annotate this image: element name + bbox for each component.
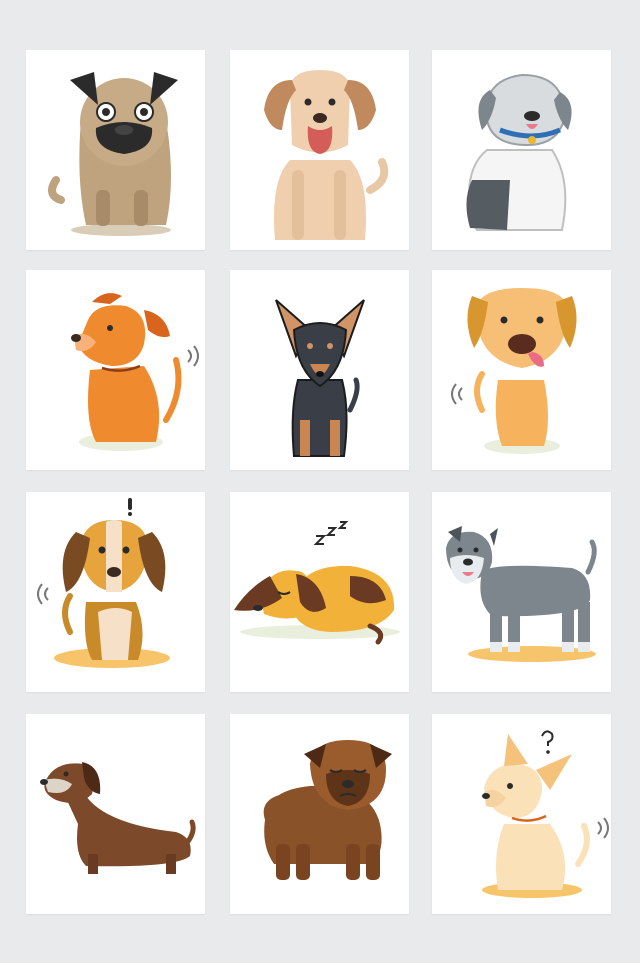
labrador-icon (264, 70, 389, 240)
schnauzer-card[interactable] (432, 492, 611, 692)
sleeping-hound-icon (234, 521, 400, 645)
schnauzer-icon (446, 526, 597, 662)
dachshund-card[interactable] (26, 714, 205, 914)
pinscher-icon (275, 299, 365, 457)
sheepdog-card[interactable] (432, 50, 611, 250)
pug-card[interactable] (26, 50, 205, 250)
sheepdog-icon (466, 73, 572, 231)
pug-icon (48, 72, 178, 236)
chihuahua-card[interactable] (432, 714, 611, 914)
chihuahua-icon (482, 730, 609, 898)
dog-illustration-grid (0, 0, 640, 963)
brown-pug-card[interactable] (230, 714, 409, 914)
beagle-card[interactable] (432, 270, 611, 470)
orange-dog-card[interactable] (26, 270, 205, 470)
pinscher-card[interactable] (230, 270, 409, 470)
brown-pug-icon (263, 740, 392, 880)
surprised-beagle-icon (37, 498, 170, 668)
orange-dog-icon (71, 293, 199, 451)
dachshund-icon (40, 762, 196, 874)
labrador-card[interactable] (230, 50, 409, 250)
beagle-icon (451, 288, 577, 454)
surprised-beagle-card[interactable] (26, 492, 205, 692)
sleeping-hound-card[interactable] (230, 492, 409, 692)
